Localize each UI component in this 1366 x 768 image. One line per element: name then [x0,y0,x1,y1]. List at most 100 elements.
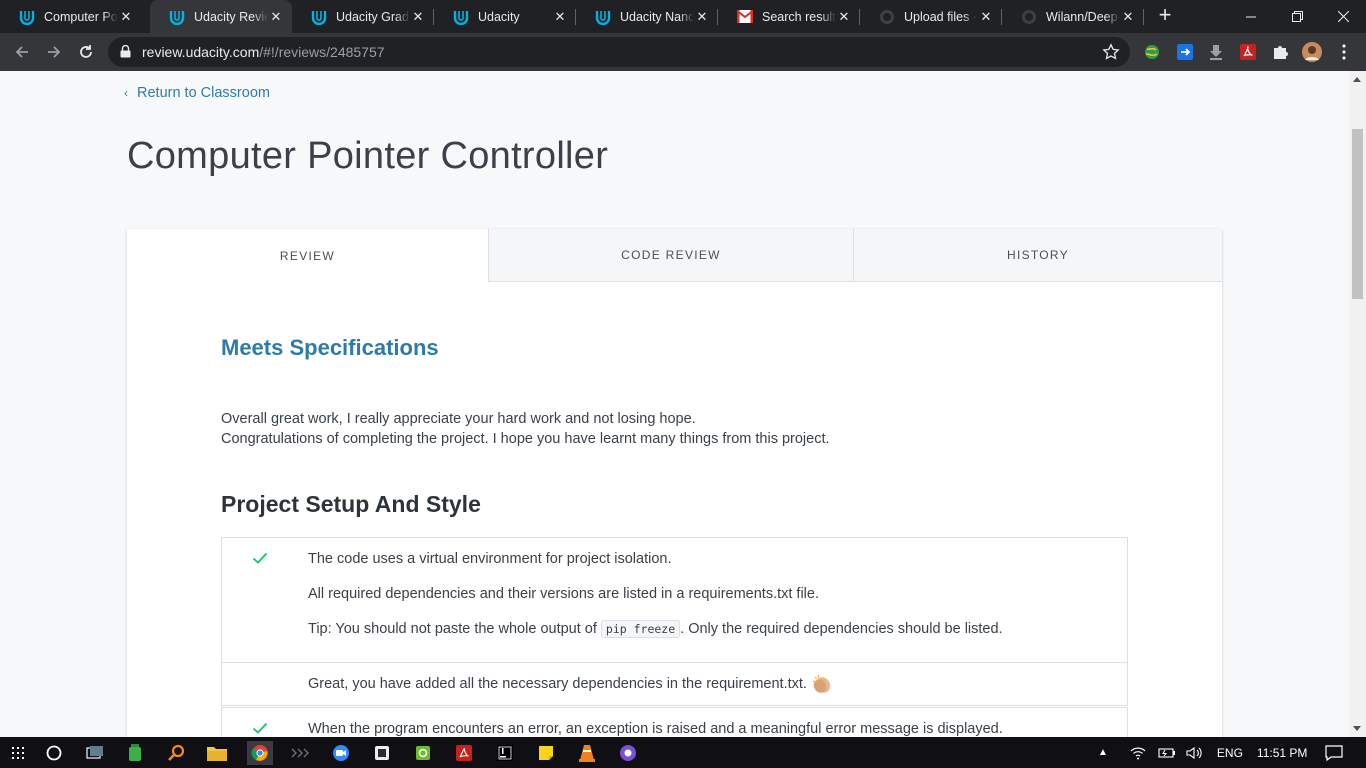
wifi-icon[interactable] [1130,746,1146,760]
chevrons-icon[interactable] [288,741,312,765]
task-view-icon[interactable] [83,741,107,765]
udacity-icon [18,8,36,26]
tab-code-review[interactable]: CODE REVIEW [488,229,853,282]
zoom-icon[interactable] [329,741,353,765]
arrow-right-icon [48,46,61,58]
new-tab-button[interactable]: + [1154,4,1176,27]
reload-button[interactable] [72,38,100,66]
gallery-app-icon[interactable] [411,741,435,765]
extension-globe-icon[interactable] [1142,42,1162,62]
browser-tab-1[interactable]: Computer Pointer Controller ✕ [0,0,142,33]
comment-text: Great, you have added all the necessary … [308,676,807,692]
tab-title: Udacity [478,9,520,24]
section-title: Project Setup And Style [221,491,481,517]
sticky-notes-icon[interactable] [534,741,558,765]
tab-title: Wilann/Deep-Learning [1046,9,1120,24]
scroll-up-icon[interactable] [1353,77,1361,82]
overall-comment: Overall great work, I really appreciate … [221,409,830,449]
browser-tab-3[interactable]: Udacity Graduation ✕ [292,0,434,33]
extension-pdf-icon[interactable] [1238,42,1258,62]
review-card: REVIEW CODE REVIEW HISTORY Meets Specifi… [127,229,1222,737]
tab-title: Udacity Graduation [336,9,410,24]
tab-review[interactable]: REVIEW [127,229,488,282]
spec-text: When the program encounters an error, an… [308,721,1003,737]
browser-tab-2[interactable]: Udacity Reviews ✕ [150,0,292,33]
clock[interactable]: 11:51 PM [1257,746,1307,760]
window-close-button[interactable] [1320,0,1366,33]
tab-title: Udacity Nanodegree [620,9,694,24]
udacity-icon [594,8,612,26]
purple-app-icon[interactable] [616,741,640,765]
reader-app-icon[interactable] [370,741,394,765]
gmail-icon [736,8,754,26]
green-bin-icon[interactable] [123,741,147,765]
close-icon[interactable]: ✕ [268,9,284,25]
tray-overflow-icon[interactable]: ▲ [1098,747,1108,758]
rubric-item: When the program encounters an error, an… [221,707,1128,737]
github-icon [878,8,896,26]
overall-comment-line: Overall great work, I really appreciate … [221,411,696,427]
browser-toolbar: review.udacity.com/#!/reviews/2485757 [0,33,1366,71]
close-icon[interactable]: ✕ [410,9,426,25]
browser-tab-8[interactable]: Wilann/Deep-Learning ✕ [1002,0,1144,33]
lock-icon [120,45,131,58]
language-indicator[interactable]: ENG [1217,746,1243,760]
review-result-heading: Meets Specifications [221,335,439,360]
reload-icon [80,45,92,58]
vlc-icon[interactable] [575,741,599,765]
page-scrollbar[interactable] [1349,71,1366,737]
close-icon[interactable]: ✕ [978,9,994,25]
intellij-icon[interactable] [493,741,517,765]
browser-tab-4[interactable]: Udacity ✕ [434,0,576,33]
notifications-icon[interactable] [1322,741,1346,765]
clapping-hands-icon [812,674,831,693]
github-icon [1020,8,1038,26]
url-path: /#!/reviews/2485757 [259,44,385,60]
chevron-left-icon: ‹ [124,86,128,100]
tab-separator [1143,9,1144,25]
star-icon[interactable] [1102,43,1120,61]
browser-tab-6[interactable]: Search results ✕ [718,0,860,33]
spec-tip-text: Tip: You should not paste the whole outp… [308,621,601,637]
close-icon[interactable]: ✕ [836,9,852,25]
return-to-classroom-link[interactable]: ‹ Return to Classroom [124,85,270,101]
forward-button[interactable] [40,38,68,66]
minimize-icon [1246,16,1256,17]
close-icon[interactable]: ✕ [118,9,134,25]
tab-history[interactable]: HISTORY [853,229,1222,282]
extension-download-icon[interactable] [1206,42,1226,62]
extensions-puzzle-icon[interactable] [1270,42,1290,62]
windows-taskbar: ▲ ENG 11:51 PM [0,737,1366,768]
browser-tab-5[interactable]: Udacity Nanodegree ✕ [576,0,718,33]
acrobat-icon[interactable] [452,741,476,765]
close-icon[interactable]: ✕ [694,9,710,25]
address-bar[interactable]: review.udacity.com/#!/reviews/2485757 [108,37,1130,67]
overall-comment-line: Congratulations of completing the projec… [221,431,830,447]
search-circle-icon[interactable] [42,741,66,765]
scrollbar-thumb[interactable] [1352,129,1363,299]
arrow-left-icon [15,46,28,58]
app-grid-icon[interactable] [6,741,30,765]
browser-tab-7[interactable]: Upload files · intel ✕ [860,0,1002,33]
restore-button[interactable] [1274,0,1320,33]
battery-icon[interactable] [1158,747,1176,759]
extension-save-icon[interactable] [1175,42,1195,62]
profile-avatar[interactable] [1302,42,1322,62]
search-app-icon[interactable] [164,741,188,765]
minimize-button[interactable] [1228,0,1274,33]
page-content: ‹ Return to Classroom Computer Pointer C… [0,71,1349,737]
udacity-icon [452,8,470,26]
scroll-down-icon[interactable] [1353,726,1361,731]
checkmark-icon [252,552,268,564]
rubric-spec: The code uses a virtual environment for … [222,538,1127,662]
volume-icon[interactable] [1186,746,1204,760]
close-icon[interactable]: ✕ [1120,9,1136,25]
more-menu-icon[interactable] [1334,42,1354,62]
back-button[interactable] [8,38,36,66]
return-link-label: Return to Classroom [137,85,270,101]
file-explorer-icon[interactable] [205,741,229,765]
close-icon[interactable]: ✕ [552,9,568,25]
close-icon [1337,11,1349,22]
chrome-icon[interactable] [247,741,273,765]
tab-title: Computer Pointer Controller [44,9,118,24]
